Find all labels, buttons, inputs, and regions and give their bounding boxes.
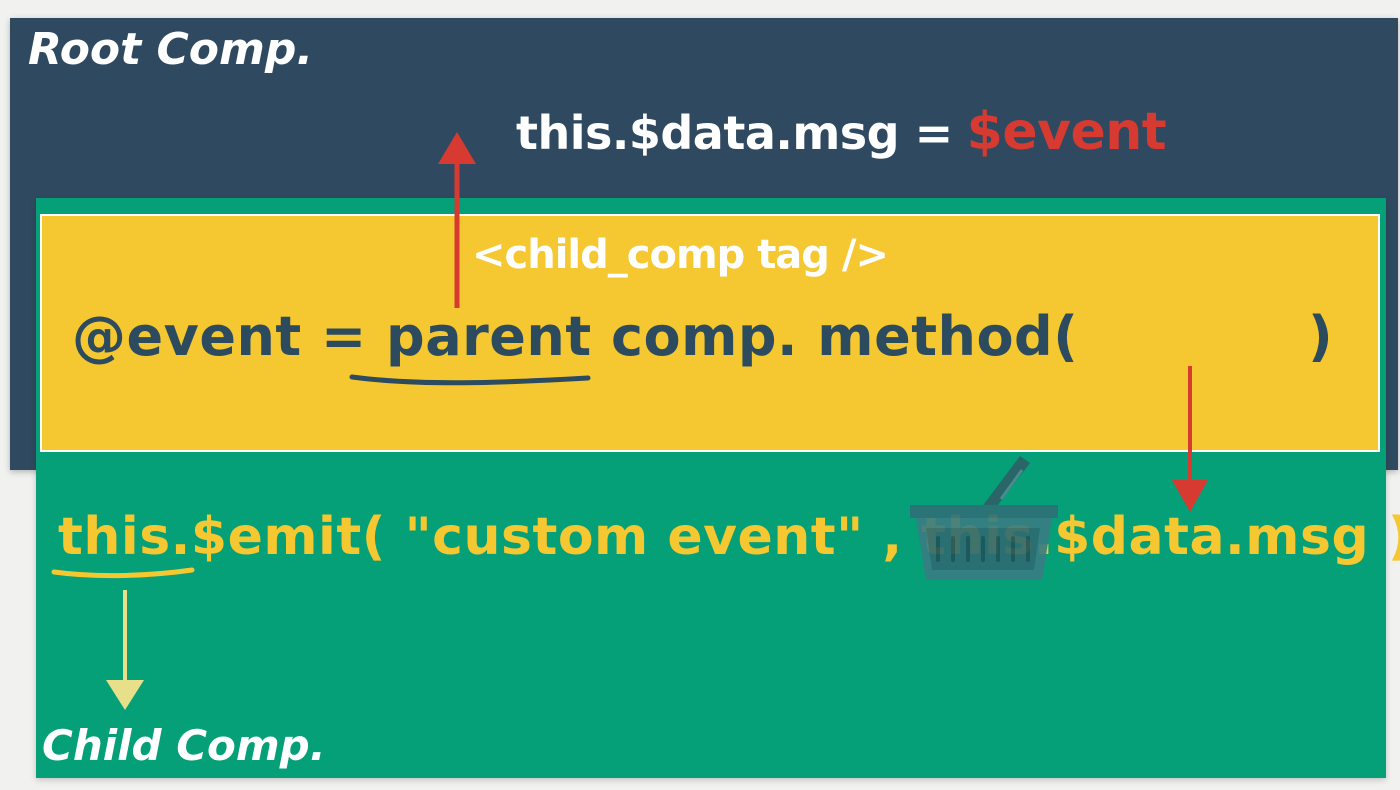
- child-tag-label: <child_comp tag />: [472, 232, 889, 278]
- event-binding: @event = parent comp. method( ): [72, 304, 1333, 370]
- diagram-stage: Root Comp. this.$data.msg = $event <child…: [0, 0, 1400, 790]
- root-assignment: this.$data.msg = $event: [516, 102, 1167, 162]
- event-binding-text: @event = parent comp. method(: [72, 305, 1079, 368]
- event-binding-close: ): [1308, 305, 1334, 368]
- root-component-title: Root Comp.: [28, 24, 314, 75]
- root-assignment-event: $event: [966, 102, 1167, 162]
- root-assignment-code: this.$data.msg =: [516, 106, 953, 160]
- emit-statement: this.$emit( "custom event" , this.$data.…: [58, 507, 1400, 567]
- child-component-title: Child Comp.: [42, 721, 326, 770]
